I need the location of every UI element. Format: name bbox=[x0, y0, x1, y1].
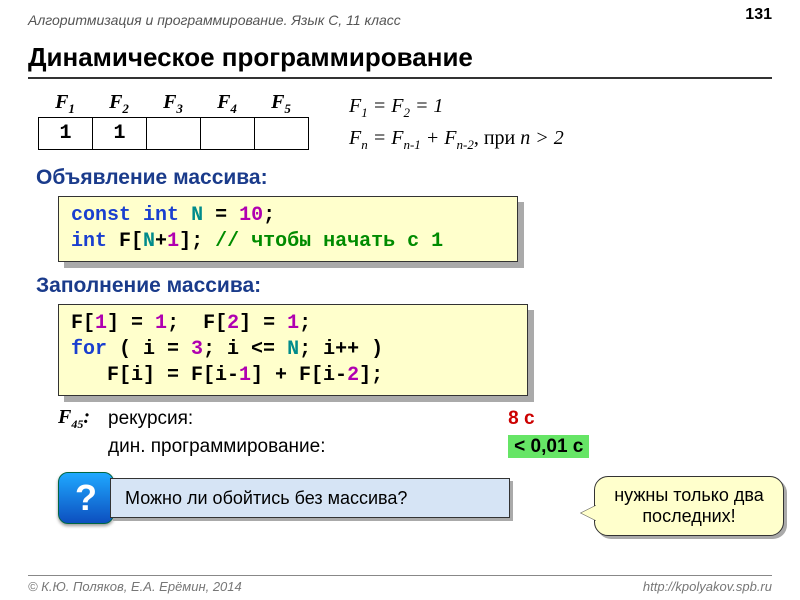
code-block-1: const int N = 10; int F[N+1]; // чтобы н… bbox=[58, 196, 518, 262]
code-block-2: F[1] = 1; F[2] = 1; for ( i = 3; i <= N;… bbox=[58, 304, 528, 396]
fib-table: F1F2F3F4F5 11 bbox=[38, 91, 309, 150]
timing-comparison: F45: рекурсия: 8 с дин. программирование… bbox=[58, 406, 772, 458]
page-number: 131 bbox=[745, 6, 772, 24]
formula-block: F1 = F2 = 1 Fn = Fn-1 + Fn-2, при n > 2 bbox=[349, 91, 564, 154]
question-box: Можно ли обойтись без массива? bbox=[110, 478, 510, 518]
section-array-fill: Заполнение массива: bbox=[36, 274, 772, 298]
copyright: © К.Ю. Поляков, Е.А. Ерёмин, 2014 bbox=[28, 579, 242, 594]
callout-bubble: нужны только два последних! bbox=[594, 476, 784, 536]
question-icon: ? bbox=[58, 472, 114, 524]
footer-url: http://kpolyakov.spb.ru bbox=[643, 579, 772, 594]
section-array-decl: Объявление массива: bbox=[36, 166, 772, 190]
breadcrumb: Алгоритмизация и программирование. Язык … bbox=[28, 12, 772, 28]
page-title: Динамическое программирование bbox=[28, 42, 772, 79]
